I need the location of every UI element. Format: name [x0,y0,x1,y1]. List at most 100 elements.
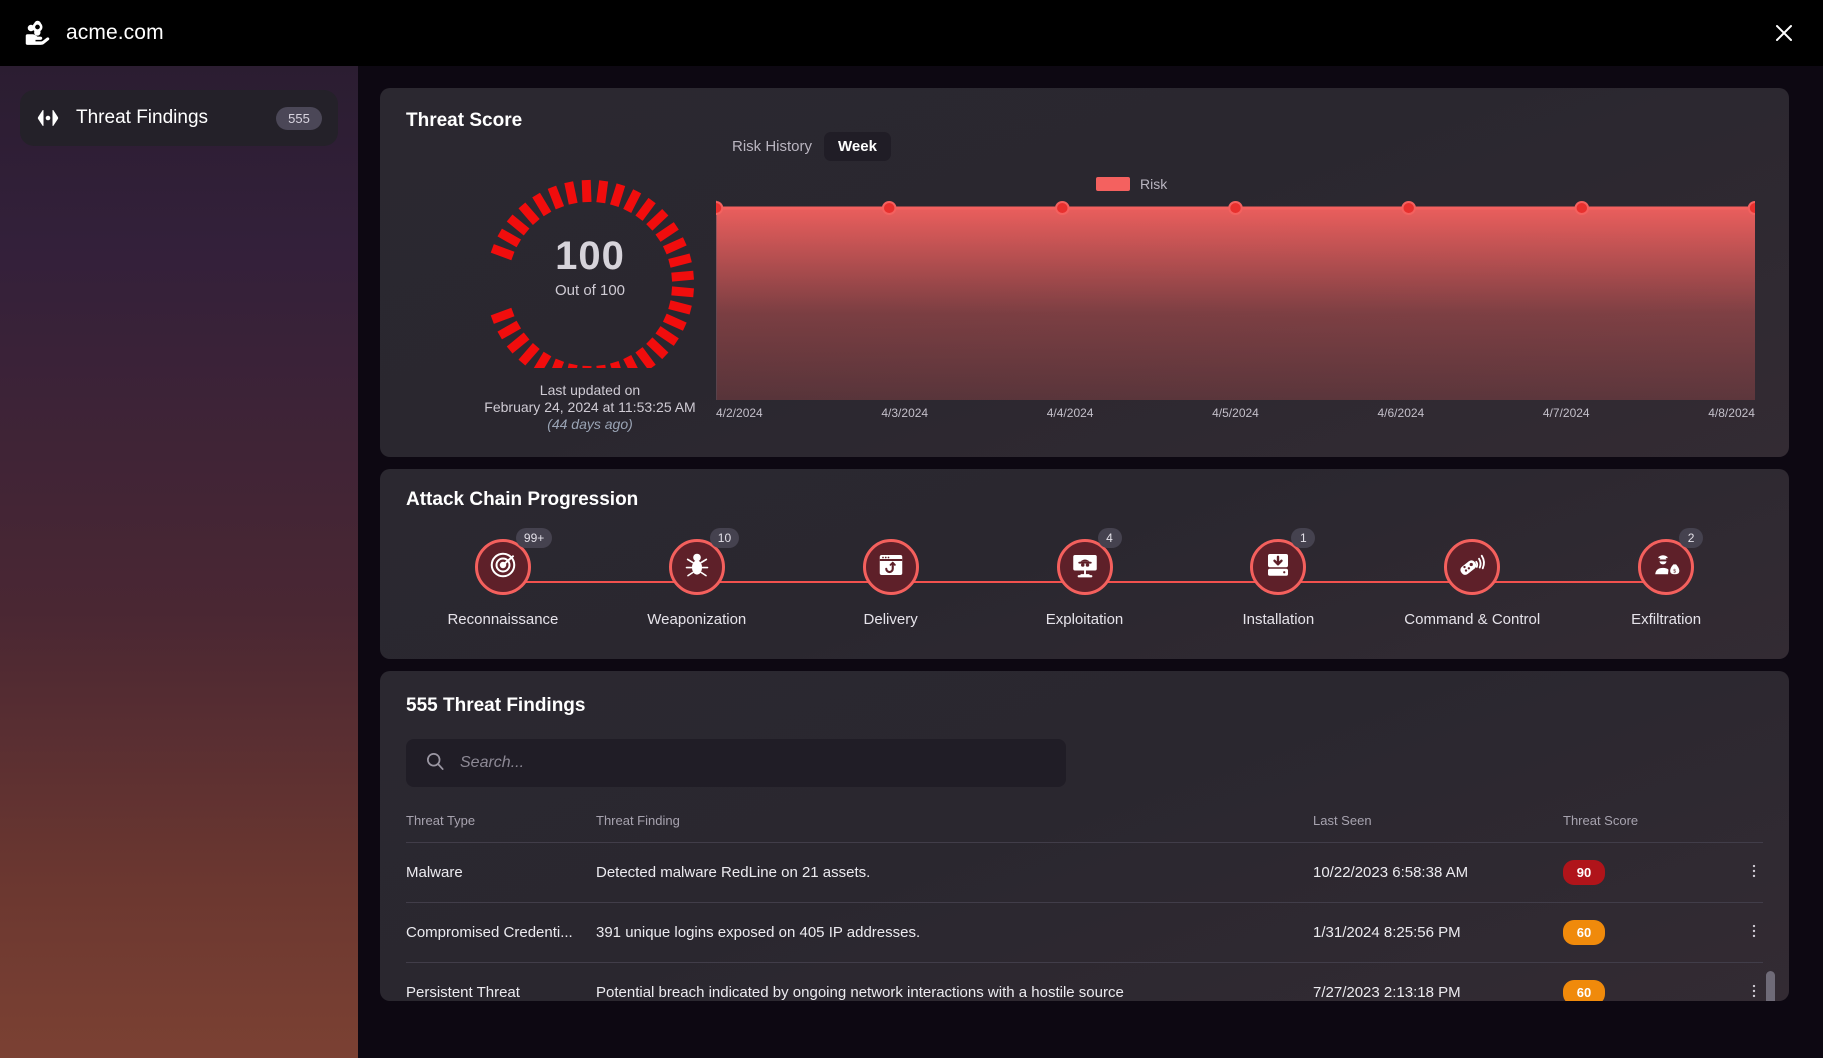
stage-label: Exploitation [1045,611,1124,628]
stage-circle[interactable]: 1 [1250,528,1316,595]
cell-threat-finding: Detected malware RedLine on 21 assets. [596,864,871,881]
search-icon [424,750,446,777]
cell-threat-score: 60 [1563,903,1723,963]
stage-badge: 99+ [515,528,553,548]
monitor-hacker-icon [1070,550,1100,585]
column-header-threat-finding[interactable]: Threat Finding [596,813,1313,843]
attack-chain-row: 99+ Reconnaissance 10 Weaponization Deli… [406,528,1763,655]
attack-chain-stage[interactable]: 99+ Reconnaissance [406,528,600,655]
table-row[interactable]: Malware Detected malware RedLine on 21 a… [406,842,1763,903]
stage-circle[interactable] [862,539,919,595]
threat-dashboard-app: acme.com Threat Findings 555 Threat Scor… [0,0,1823,1058]
site-title: acme.com [66,21,164,44]
column-header-threat-type[interactable]: Threat Type [406,813,596,843]
stage-circle[interactable]: 4 [1056,528,1122,595]
main-content: Threat Score 100 Out of 100 Last updated… [358,66,1823,1058]
cell-threat-type: Malware [406,864,463,881]
findings-scrollbar[interactable] [1766,971,1775,1001]
attack-chain-stage[interactable]: Command & Control [1375,539,1569,655]
stage-label: Delivery [863,611,918,628]
threat-findings-icon [36,106,60,130]
column-header-actions [1723,813,1763,843]
table-row[interactable]: Compromised Credenti... 391 unique login… [406,902,1763,963]
chart-plot-area [716,200,1755,400]
cell-threat-finding: Potential breach indicated by ongoing ne… [596,984,1124,1001]
cell-threat-finding: 391 unique logins exposed on 405 IP addr… [596,924,921,941]
threat-score-title: Threat Score [406,110,523,131]
bug-icon [682,550,712,585]
close-icon[interactable] [1767,16,1801,50]
attack-chain-title: Attack Chain Progression [406,489,639,510]
scrollbar-thumb[interactable] [1766,971,1775,1001]
cell-threat-score: 90 [1563,843,1723,903]
threat-findings-card: 555 Threat Findings Threat Type Threat F… [380,671,1789,1001]
threat-score-body: 100 Out of 100 Last updated on February … [406,132,1763,442]
window-titlebar: acme.com [0,0,1823,66]
search-input[interactable] [460,754,1048,772]
brand: acme.com [22,18,164,48]
stage-circle[interactable] [1444,539,1501,595]
x-tick-label: 4/7/2024 [1542,406,1590,420]
browser-phishing-hook-icon [876,550,906,585]
findings-table: Threat Type Threat Finding Last Seen Thr… [406,813,1763,1001]
x-tick-label: 4/5/2024 [1212,406,1259,420]
hard-drive-download-icon [1263,550,1293,585]
threat-score-gauge-block: 100 Out of 100 Last updated on February … [440,172,740,433]
row-menu-icon[interactable] [1745,982,1763,1002]
column-header-last-seen[interactable]: Last Seen [1313,813,1563,843]
stage-circle[interactable]: 99+ [474,528,553,595]
search-container[interactable] [406,739,1066,787]
gauge-out-of: Out of 100 [554,282,626,299]
status-badge: 60 [1563,980,1605,1001]
risk-history-chart: Risk History Week Risk 4/2/2024 4/3/2024 4… [716,132,1763,442]
radar-target-icon [488,550,518,585]
sidebar: Threat Findings 555 [0,66,358,1058]
stage-label: Weaponization [647,611,747,628]
findings-table-head: Threat Type Threat Finding Last Seen Thr… [406,813,1763,843]
stage-label: Reconnaissance [447,611,559,628]
x-tick-label: 4/6/2024 [1377,406,1425,420]
status-badge: 90 [1563,860,1605,885]
findings-table-body: Malware Detected malware RedLine on 21 a… [406,842,1763,1002]
stage-circle[interactable]: $ 2 [1638,528,1704,595]
row-menu-icon[interactable] [1745,862,1763,884]
cell-threat-score: 60 [1563,963,1723,1001]
chart-x-axis: 4/2/2024 4/3/2024 4/4/2024 4/5/2024 4/6/2024… [716,406,1755,424]
attack-chain-stage[interactable]: Delivery [794,539,988,655]
last-updated-relative: (44 days ago) [547,416,633,433]
attack-chain-stage[interactable]: $ 2 Exfiltration [1569,528,1763,655]
threat-score-gauge: 100 Out of 100 [478,172,702,368]
sidebar-item-label: Threat Findings [76,107,209,128]
cell-last-seen: 10/22/2023 6:58:38 AM [1313,864,1469,881]
attack-chain-stage[interactable]: 10 Weaponization [600,528,794,655]
x-tick-label: 4/2/2024 [716,406,763,420]
attack-chain-stage[interactable]: 1 Installation [1181,528,1375,655]
legend-swatch-risk [1096,177,1130,191]
last-updated-value: February 24, 2024 at 11:53:25 AM [484,399,696,416]
attack-chain-card: Attack Chain Progression 99+ Reconnaissa… [380,469,1789,659]
stage-badge: 10 [709,528,740,548]
table-header-row: Threat Type Threat Finding Last Seen Thr… [406,813,1763,843]
range-week-button[interactable]: Week [824,132,891,161]
cell-threat-type: Persistent Threat [406,984,520,1001]
stage-badge: 1 [1291,528,1316,548]
gear-in-hand-icon [22,18,52,48]
findings-title: 555 Threat Findings [406,695,586,716]
attack-chain-stage[interactable]: 4 Exploitation [988,528,1182,655]
chart-legend: Risk [1096,176,1167,192]
stage-label: Exfiltration [1631,611,1702,628]
last-updated-block: Last updated on February 24, 2024 at 11:… [440,382,740,433]
stage-badge: 2 [1679,528,1704,548]
thief-money-bag-icon: $ [1651,550,1681,585]
table-row[interactable]: Persistent Threat Potential breach indic… [406,962,1763,1002]
row-menu-icon[interactable] [1745,922,1763,944]
risk-history-controls: Risk History Week [716,132,1763,161]
column-header-threat-score[interactable]: Threat Score [1563,813,1723,843]
stage-label: Command & Control [1404,611,1541,628]
stage-circle[interactable]: 10 [668,528,740,595]
risk-history-label: Risk History [732,138,813,155]
legend-label-risk: Risk [1140,176,1168,192]
x-tick-label: 4/8/2024 [1708,406,1755,420]
remote-control-icon [1457,550,1487,585]
sidebar-item-threat-findings[interactable]: Threat Findings 555 [20,90,338,146]
